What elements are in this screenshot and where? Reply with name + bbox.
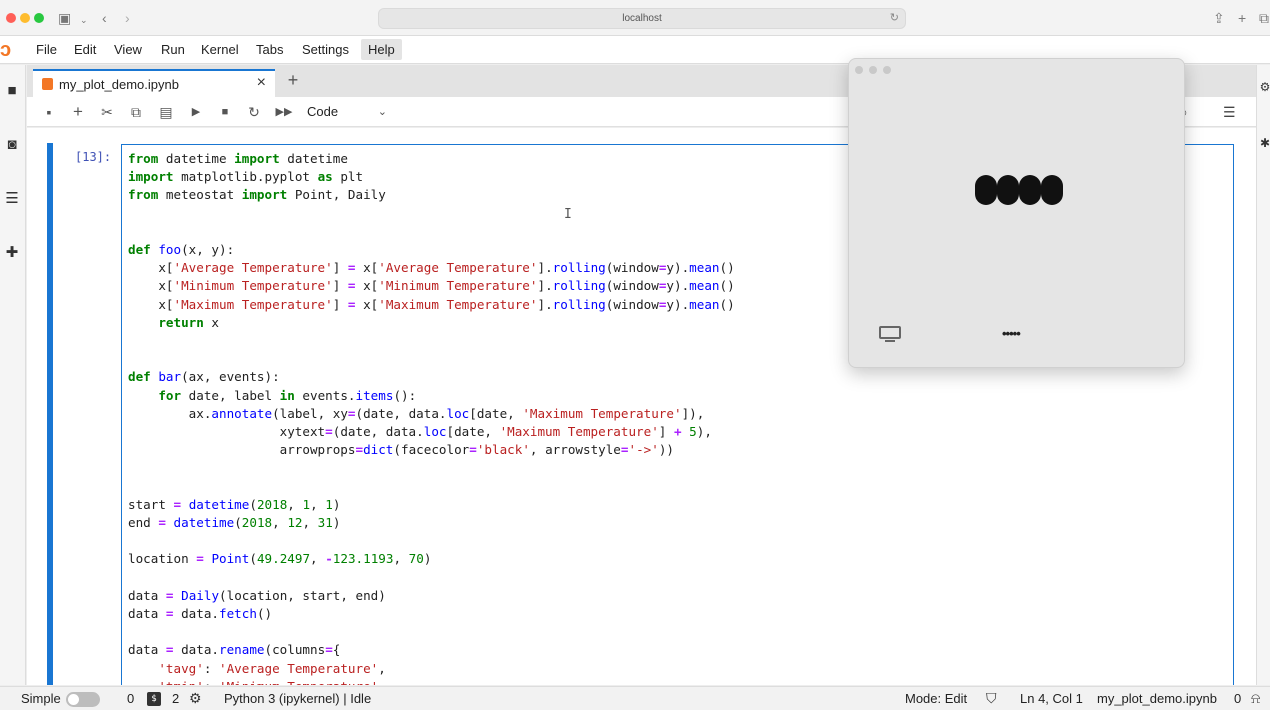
running-icon[interactable]: ◙ bbox=[2, 135, 22, 155]
zoom-window-button[interactable] bbox=[34, 13, 44, 23]
loading-dot bbox=[997, 175, 1019, 205]
copy-icon[interactable]: ⧉ bbox=[126, 102, 146, 122]
floating-overlay-window[interactable]: ••••• bbox=[848, 58, 1185, 368]
loading-dot bbox=[1041, 175, 1063, 205]
property-inspector-icon[interactable]: ⚙ bbox=[1255, 77, 1270, 97]
url-bar[interactable]: localhost ↻ bbox=[378, 8, 906, 29]
fast-forward-icon[interactable]: ▶▶ bbox=[274, 102, 294, 122]
editor-mode: Mode: Edit bbox=[905, 691, 968, 706]
more-dots-icon[interactable]: ••••• bbox=[1002, 326, 1021, 341]
status-bar: Simple 0 $ 2 ⚙ Python 3 (ipykernel) | Id… bbox=[0, 686, 1270, 710]
share-icon[interactable]: ⇪ bbox=[1213, 9, 1225, 27]
browser-bar: ▣ ⌄ ‹ › localhost ↻ ⇪ + ⧉ bbox=[0, 0, 1270, 36]
close-window-button[interactable] bbox=[6, 13, 16, 23]
overlay-zoom-button[interactable] bbox=[883, 66, 891, 74]
restart-icon[interactable]: ↻ bbox=[244, 102, 264, 122]
menu-view[interactable]: View bbox=[114, 42, 142, 57]
notification-count: 0 bbox=[1234, 691, 1242, 706]
chevron-down-icon[interactable]: ⌄ bbox=[80, 11, 88, 29]
stop-icon[interactable]: ■ bbox=[215, 102, 235, 122]
monitor-icon[interactable] bbox=[879, 326, 901, 344]
sidebar-toggle-icon[interactable]: ▣ bbox=[58, 9, 71, 27]
scissors-icon[interactable]: ✂ bbox=[97, 102, 117, 122]
jupyter-logo-icon: ↄ bbox=[0, 39, 12, 61]
execution-prompt: [13]: bbox=[75, 150, 112, 164]
bell-icon[interactable]: ⍾ bbox=[1251, 690, 1260, 707]
chevron-down-icon: ⌄ bbox=[377, 106, 387, 118]
close-icon[interactable]: × bbox=[257, 74, 266, 92]
paste-icon[interactable]: ▤ bbox=[156, 102, 176, 122]
kernel-count: 2 bbox=[172, 691, 180, 706]
loading-dot bbox=[975, 175, 997, 205]
tab-notebook[interactable]: my_plot_demo.ipynb × bbox=[33, 69, 275, 97]
shield-check-icon[interactable]: ⛉ bbox=[986, 690, 997, 707]
notebook-icon bbox=[42, 78, 53, 90]
left-sidebar: ■ ◙ ☰ ✚ bbox=[0, 65, 26, 685]
back-icon[interactable]: ‹ bbox=[102, 9, 107, 27]
status-filename: my_plot_demo.ipynb bbox=[1097, 691, 1217, 706]
minimize-window-button[interactable] bbox=[20, 13, 30, 23]
extension-icon[interactable]: ✚ bbox=[2, 243, 22, 263]
toc-icon[interactable]: ☰ bbox=[2, 189, 22, 209]
simple-mode-label: Simple bbox=[21, 691, 61, 706]
overlay-close-button[interactable] bbox=[855, 66, 863, 74]
debugger-icon[interactable]: ✱ bbox=[1255, 133, 1270, 153]
kernel-status[interactable]: Python 3 (ipykernel) | Idle bbox=[224, 691, 371, 706]
add-tab-button[interactable]: + bbox=[283, 71, 303, 91]
overlay-minimize-button[interactable] bbox=[869, 66, 877, 74]
menu-settings[interactable]: Settings bbox=[302, 42, 349, 57]
text-cursor-icon: I bbox=[564, 207, 572, 222]
save-icon[interactable]: ▪ bbox=[39, 102, 59, 122]
loading-dot bbox=[1019, 175, 1041, 205]
code-content[interactable]: from datetime import datetime import mat… bbox=[128, 150, 735, 685]
reload-icon[interactable]: ↻ bbox=[890, 9, 899, 28]
menu-tabs[interactable]: Tabs bbox=[256, 42, 283, 57]
menu-help[interactable]: Help bbox=[361, 39, 402, 60]
menu-kernel[interactable]: Kernel bbox=[201, 42, 239, 57]
terminal-icon[interactable]: $ bbox=[147, 692, 161, 706]
cell-type-select[interactable]: Code ⌄ bbox=[307, 102, 387, 122]
active-cell-indicator bbox=[47, 143, 53, 685]
menu-run[interactable]: Run bbox=[161, 42, 185, 57]
menu-file[interactable]: File bbox=[36, 42, 57, 57]
tab-overview-icon[interactable]: ⧉ bbox=[1259, 9, 1269, 27]
tab-label: my_plot_demo.ipynb bbox=[59, 77, 179, 92]
url-text: localhost bbox=[622, 13, 662, 24]
new-tab-icon[interactable]: + bbox=[1238, 9, 1246, 27]
menu-icon[interactable]: ☰ bbox=[1223, 102, 1236, 122]
loading-indicator bbox=[975, 175, 1063, 205]
simple-mode-toggle[interactable] bbox=[66, 692, 100, 707]
cursor-position[interactable]: Ln 4, Col 1 bbox=[1020, 691, 1083, 706]
play-icon[interactable]: ▶ bbox=[186, 102, 206, 122]
cell-type-value: Code bbox=[307, 104, 339, 119]
kernel-gear-icon[interactable]: ⚙ bbox=[189, 690, 202, 707]
folder-icon[interactable]: ■ bbox=[2, 81, 22, 101]
right-sidebar: ⚙ ✱ bbox=[1256, 65, 1270, 685]
plus-icon[interactable]: + bbox=[68, 102, 88, 122]
forward-icon[interactable]: › bbox=[125, 9, 130, 27]
terminal-count: 0 bbox=[127, 691, 135, 706]
menu-edit[interactable]: Edit bbox=[74, 42, 96, 57]
